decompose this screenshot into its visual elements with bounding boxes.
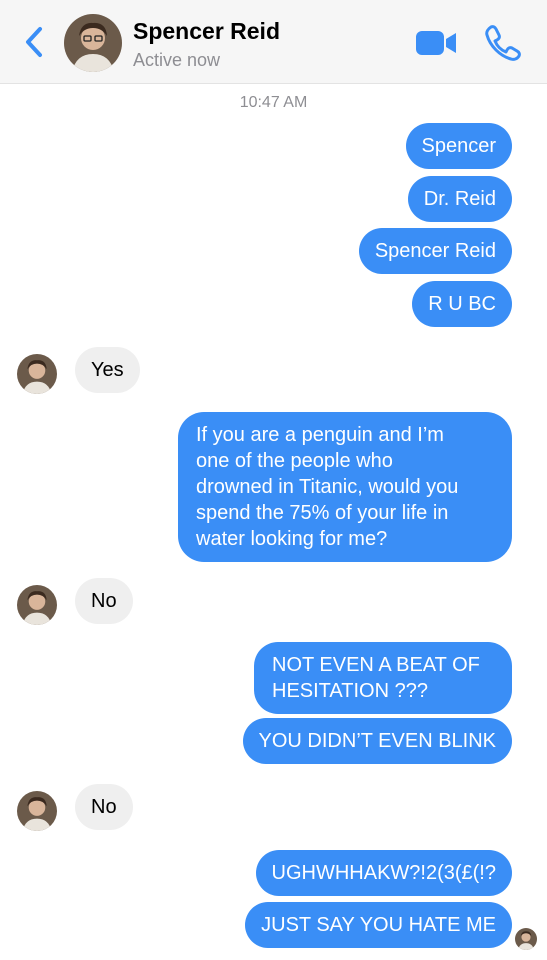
video-call-button[interactable]: [414, 26, 458, 60]
back-button[interactable]: [16, 24, 52, 60]
sent-message[interactable]: YOU DIDN’T EVEN BLINK: [242, 718, 512, 764]
contact-avatar-small[interactable]: [17, 585, 57, 625]
message-line: one of the people who: [196, 450, 393, 472]
message-line: If you are a penguin and I’m: [196, 424, 444, 446]
phone-icon: [485, 25, 521, 61]
message-line: drowned in Titanic, would you: [196, 476, 459, 498]
chat-header: Spencer Reid Active now: [0, 0, 547, 84]
sent-message[interactable]: Spencer: [405, 123, 512, 169]
sent-message[interactable]: UGHWHHAKW?!2(3(£(!?: [255, 850, 512, 896]
sent-message[interactable]: If you are a penguin and I’m one of the …: [178, 412, 512, 562]
voice-call-button[interactable]: [482, 22, 522, 62]
sent-message[interactable]: Spencer Reid: [358, 228, 512, 274]
active-status: Active now: [133, 50, 221, 70]
contact-avatar[interactable]: [64, 14, 122, 72]
seen-receipt-avatar: [515, 928, 537, 950]
message-line: HESITATION ???: [272, 680, 428, 702]
video-camera-icon: [416, 31, 456, 55]
message-line: NOT EVEN A BEAT OF: [272, 654, 480, 676]
sent-message[interactable]: NOT EVEN A BEAT OF HESITATION ???: [254, 642, 512, 714]
sent-message[interactable]: Dr. Reid: [407, 176, 512, 222]
received-message[interactable]: Yes: [75, 347, 140, 393]
contact-avatar-small[interactable]: [17, 791, 57, 831]
received-message[interactable]: No: [75, 578, 133, 624]
sent-message[interactable]: JUST SAY YOU HATE ME: [245, 902, 512, 948]
received-message[interactable]: No: [75, 784, 133, 830]
message-line: spend the 75% of your life in: [196, 502, 449, 524]
chevron-left-icon: [26, 27, 42, 57]
contact-avatar-small[interactable]: [17, 354, 57, 394]
contact-name[interactable]: Spencer Reid: [133, 18, 280, 45]
timestamp: 10:47 AM: [239, 94, 308, 111]
message-line: water looking for me?: [196, 528, 388, 550]
sent-message[interactable]: R U BC: [412, 281, 512, 327]
